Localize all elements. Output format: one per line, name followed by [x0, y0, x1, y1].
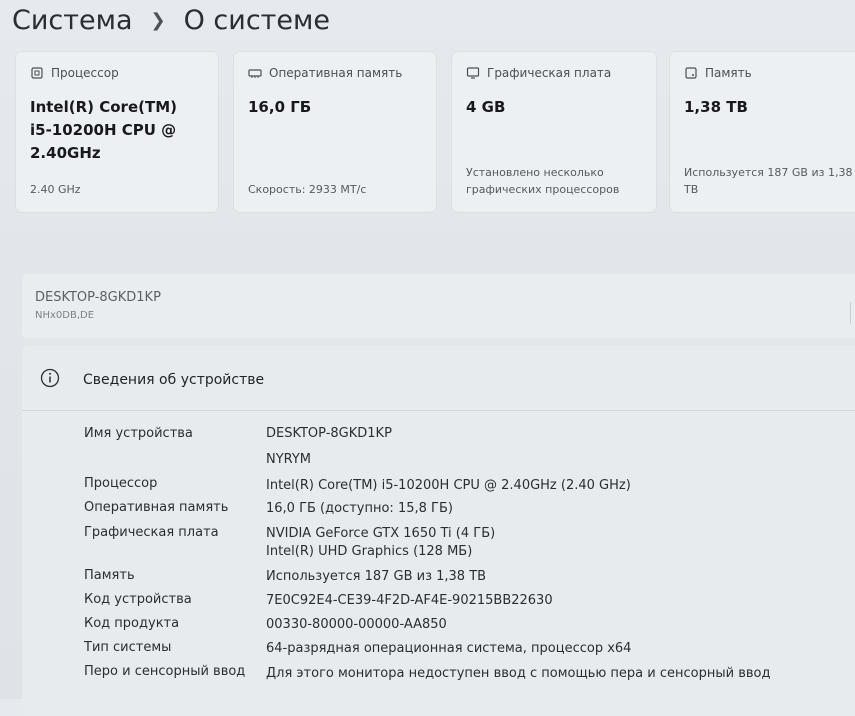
- gpu-note-line2: графических процессоров: [466, 183, 620, 196]
- specs-header[interactable]: Сведения об устройстве: [22, 346, 855, 411]
- ram-card-value: 16,0 ГБ: [248, 98, 312, 116]
- spec-value-gpu: NVIDIA GeForce GTX 1650 Ti (4 ГБ): [266, 526, 496, 541]
- spec-value-pen-touch: Для этого монитора недоступен ввод с пом…: [266, 666, 771, 681]
- processor-value-line2: i5-10200H CPU @: [30, 121, 177, 139]
- storage-usage-line2: TB: [684, 183, 699, 196]
- gpu-card-value: 4 GB: [466, 98, 506, 116]
- spec-label-gpu: Графическая плата: [84, 525, 219, 540]
- processor-card: Процессор Intel(R) Core(TM) i5-10200H CP…: [16, 52, 218, 212]
- device-specifications: Сведения об устройстве Имя устройства DE…: [22, 346, 855, 716]
- processor-value-line3: 2.40GHz: [30, 144, 101, 162]
- processor-card-value: Intel(R) Core(TM) i5-10200H CPU @ 2.40GH…: [30, 96, 177, 165]
- storage-icon: [685, 67, 697, 79]
- spec-label-processor: Процессор: [84, 476, 158, 491]
- rename-button[interactable]: П: [850, 302, 855, 324]
- breadcrumb: Система ❯ О системе: [12, 2, 330, 38]
- display-icon: [466, 67, 480, 79]
- gpu-note-line1: Установлено несколько: [466, 166, 604, 179]
- spec-label-product-id: Код продукта: [84, 616, 180, 631]
- spec-value-ram: 16,0 ГБ (доступно: 15,8 ГБ): [266, 501, 453, 516]
- spec-label-device-name: Имя устройства: [84, 426, 193, 441]
- breadcrumb-parent[interactable]: Система: [12, 5, 133, 36]
- spec-label-system-type: Тип системы: [84, 640, 172, 655]
- ram-card-label: Оперативная память: [269, 66, 403, 80]
- processor-card-speed: 2.40 GHz: [30, 183, 81, 196]
- device-name-panel: DESKTOP-8GKD1KP NHx0DB,DE П: [22, 274, 855, 338]
- spec-value-processor: Intel(R) Core(TM) i5-10200H CPU @ 2.40GH…: [266, 478, 631, 493]
- gpu-card: Графическая плата 4 GB Установлено неско…: [452, 52, 656, 212]
- spec-label-ram: Оперативная память: [84, 500, 229, 515]
- info-icon: [40, 368, 60, 388]
- spec-value-system-type: 64-разрядная операционная система, проце…: [266, 641, 632, 656]
- storage-card: Память 1,38 TB Используется 187 GB из 1,…: [670, 52, 855, 212]
- page-title: О системе: [183, 4, 330, 36]
- processor-value-line1: Intel(R) Core(TM): [30, 98, 177, 116]
- storage-card-value: 1,38 TB: [684, 98, 748, 116]
- storage-usage-line1: Используется 187 GB из 1,38: [684, 166, 853, 179]
- spec-label-storage: Память: [84, 568, 135, 583]
- spec-value-gpu-2: Intel(R) UHD Graphics (128 МБ): [266, 544, 473, 559]
- processor-icon: [31, 67, 43, 79]
- ram-card-speed: Скорость: 2933 МТ/с: [248, 183, 367, 196]
- ram-card: Оперативная память 16,0 ГБ Скорость: 293…: [234, 52, 436, 212]
- device-model: NHx0DB,DE: [35, 310, 95, 321]
- spec-value-device-alias: NYRYM: [266, 452, 312, 467]
- spec-label-device-id: Код устройства: [84, 592, 192, 607]
- device-name: DESKTOP-8GKD1KP: [35, 290, 161, 305]
- chevron-right-icon: ❯: [150, 9, 166, 31]
- spec-value-device-name: DESKTOP-8GKD1KP: [266, 426, 392, 441]
- memory-icon: [248, 69, 262, 78]
- gpu-card-note: Установлено несколько графических процес…: [466, 164, 619, 198]
- spec-label-pen-touch: Перо и сенсорный ввод: [84, 664, 246, 679]
- spec-value-device-id: 7E0C92E4-CE39-4F2D-AF4E-90215BB22630: [266, 593, 553, 608]
- gpu-card-label: Графическая плата: [487, 66, 612, 80]
- specs-title: Сведения об устройстве: [83, 372, 265, 388]
- spec-value-storage: Используется 187 GB из 1,38 TB: [266, 569, 487, 584]
- storage-card-label: Память: [705, 66, 752, 80]
- storage-card-usage: Используется 187 GB из 1,38 TB: [684, 164, 852, 198]
- spec-value-product-id: 00330-80000-00000-AA850: [266, 617, 447, 632]
- processor-card-label: Процессор: [51, 66, 119, 80]
